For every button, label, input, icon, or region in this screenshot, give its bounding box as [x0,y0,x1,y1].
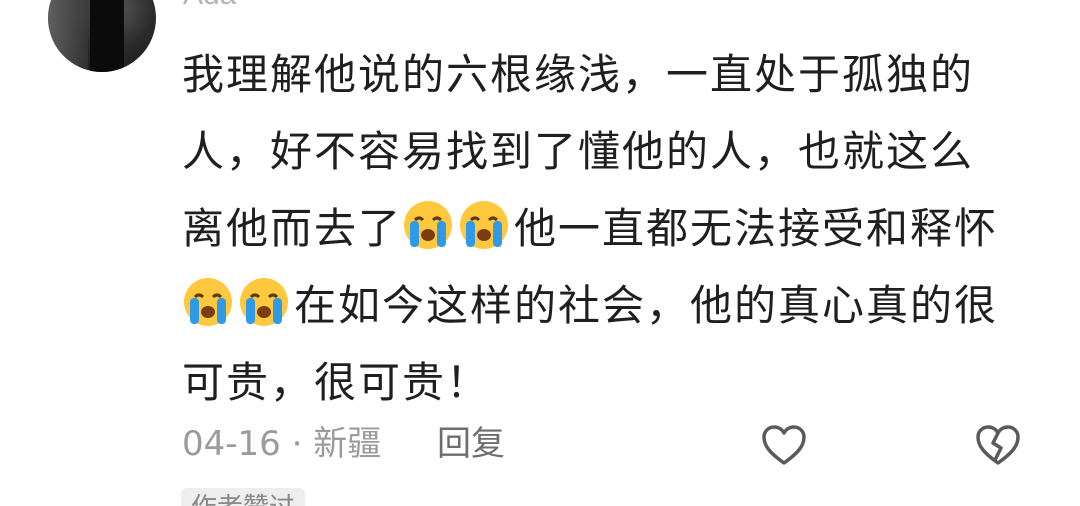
comment-line-3-text-b: 他一直都无法接受和释怀 [514,204,999,253]
username[interactable]: Ada [183,0,236,10]
crying-face-emoji-icon [404,201,453,249]
crying-face-emoji-icon [240,278,288,326]
broken-heart-outline-icon[interactable] [974,423,1022,467]
comment-text: 我理解他说的六根缘浅，一直处于孤独的 人，好不容易找到了懂他的人，也就这么 离他… [182,36,1042,421]
comment-line-4-text: 在如今这样的社会，他的真心真的很 [294,281,999,330]
crying-face-emoji-icon [460,201,509,249]
comment-line-3-text-a: 离他而去了 [182,204,403,253]
comment-line-1: 我理解他说的六根缘浅，一直处于孤独的 [182,50,975,99]
reply-button[interactable]: 回复 [437,424,505,464]
comment-card: Ada 我理解他说的六根缘浅，一直处于孤独的 人，好不容易找到了懂他的人，也就这… [0,0,1080,506]
avatar[interactable] [48,0,156,72]
comment-line-2: 人，好不容易找到了懂他的人，也就这么 [182,127,975,176]
comment-line-3: 离他而去了 他一直都无法接受和释怀 [182,190,1042,267]
heart-outline-icon[interactable] [760,423,808,467]
avatar-highlight [48,0,88,72]
comment-line-4: 在如今这样的社会，他的真心真的很 [182,267,1042,344]
author-liked-badge: 作者赞过 [181,488,306,506]
avatar-figure [90,0,124,72]
comment-date-location: 04-16 · 新疆 [182,424,382,464]
crying-face-emoji-icon [184,278,232,326]
comment-line-5: 可贵，很可贵！ [182,358,491,407]
